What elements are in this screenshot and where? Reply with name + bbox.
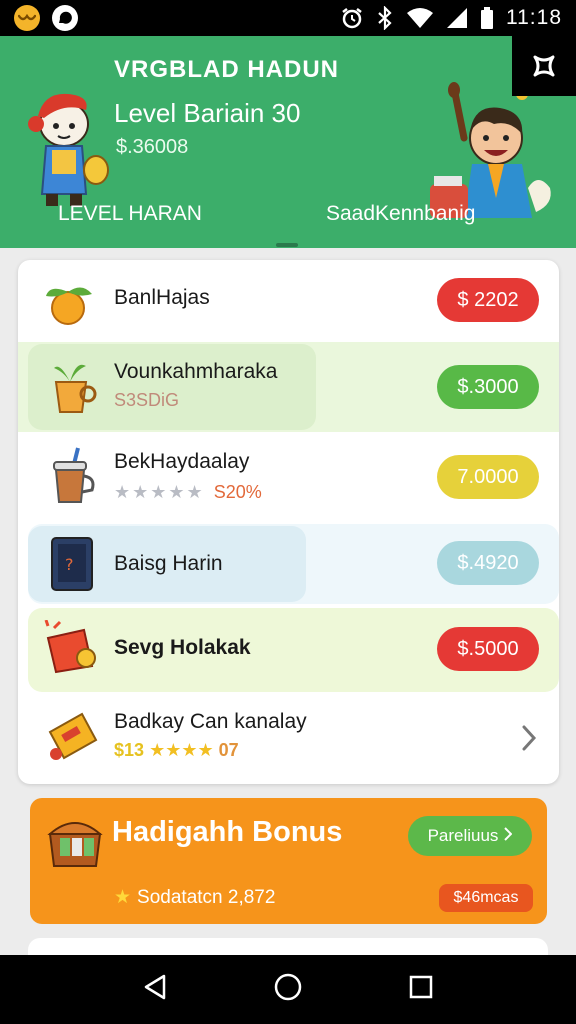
item-subtitle: $13 ★★★★ 07	[114, 740, 239, 761]
tab-indicator	[276, 243, 298, 247]
recents-icon[interactable]	[408, 974, 434, 1005]
list-item[interactable]: BekHaydaalay ★★★★★ S20% 7.0000	[18, 432, 559, 522]
tab-level[interactable]: LEVEL HARAN	[58, 202, 202, 226]
price-button[interactable]: $ 2202	[437, 278, 539, 322]
messenger-icon	[52, 5, 78, 31]
bonus-subtitle: ★ Sodatatcn 2,872	[114, 886, 275, 909]
list-item[interactable]: Badkay Can kanalay $13 ★★★★ 07	[18, 692, 559, 784]
chevron-right-icon[interactable]	[521, 724, 537, 757]
wifi-icon	[407, 8, 433, 28]
app-notification-icon	[14, 5, 40, 31]
item-name: Sevg Holakak	[114, 636, 251, 659]
close-icon	[533, 55, 555, 77]
battery-icon	[481, 7, 493, 29]
balance-label: $.36008	[116, 136, 189, 158]
rating-stars: ★★★★	[149, 740, 214, 760]
list-item[interactable]: BanlHajas $ 2202	[18, 260, 559, 342]
list-item[interactable]: ? Baisg Harin $.4920	[18, 522, 559, 606]
alarm-icon	[342, 8, 362, 29]
tablet-icon: ?	[50, 536, 94, 597]
header: VRGBLAD HADUN Level Bariain 30 $.36008 L…	[0, 36, 576, 248]
close-button[interactable]	[512, 36, 576, 96]
level-label: Level Bariain 30	[114, 98, 301, 128]
item-subtitle: ★★★★★ S20%	[114, 482, 262, 503]
bonus-badge: $46mcas	[439, 884, 533, 912]
drink-cup-icon	[48, 446, 100, 511]
chevron-right-icon	[504, 826, 513, 846]
status-bar: 11:18	[0, 0, 576, 36]
list-item[interactable]: Sevg Holakak $.5000	[18, 606, 559, 692]
rating-stars: ★★★★★	[114, 482, 205, 502]
bonus-subtitle-text: Sodatatcn 2,872	[137, 887, 276, 908]
price-button[interactable]: 7.0000	[437, 455, 539, 499]
orange-fruit-icon	[42, 278, 96, 331]
home-icon[interactable]	[273, 972, 303, 1007]
signal-icon	[447, 8, 467, 28]
bonus-card[interactable]: Hadigahh Bonus Pareliuus ★ Sodatatcn 2,87…	[30, 798, 547, 924]
item-price-prefix: $13	[114, 740, 145, 760]
golden-ticket-icon	[44, 706, 100, 771]
item-name: BanlHajas	[114, 286, 210, 309]
back-icon[interactable]	[142, 973, 168, 1006]
bluetooth-icon	[378, 6, 392, 30]
firework-ticket-icon	[44, 619, 102, 681]
item-name: Badkay Can kanalay	[114, 710, 307, 733]
discount-label: S20%	[213, 482, 262, 502]
item-subtitle: S3SDiG	[114, 390, 180, 410]
mascot-chef-icon	[24, 84, 114, 219]
item-name: Baisg Harin	[114, 552, 223, 575]
price-button[interactable]: $.4920	[437, 541, 539, 585]
item-name: Vounkahmharaka	[114, 360, 278, 383]
item-name: BekHaydaalay	[114, 450, 250, 473]
navigation-bar	[0, 955, 576, 1024]
star-icon: ★	[114, 887, 132, 908]
price-button[interactable]: $.3000	[437, 365, 539, 409]
bonus-button-label: Pareliuus	[427, 826, 499, 845]
treasure-chest-icon	[46, 812, 104, 873]
clock: 11:18	[506, 6, 562, 29]
item-rating-suffix: 07	[218, 740, 239, 760]
price-button[interactable]: $.5000	[437, 627, 539, 671]
shop-list: BanlHajas $ 2202 Vounkahmharaka S3SDiG $…	[18, 260, 559, 784]
bonus-claim-button[interactable]: Pareliuus	[408, 816, 532, 856]
tab-seasonal[interactable]: SaadKennbanig	[326, 202, 475, 226]
game-title: VRGBLAD HADUN	[114, 56, 339, 83]
list-item[interactable]: Vounkahmharaka S3SDiG $.3000	[18, 342, 559, 432]
potted-plant-icon	[46, 358, 98, 419]
bonus-title: Hadigahh Bonus	[112, 816, 343, 848]
svg-text:?: ?	[65, 555, 74, 574]
